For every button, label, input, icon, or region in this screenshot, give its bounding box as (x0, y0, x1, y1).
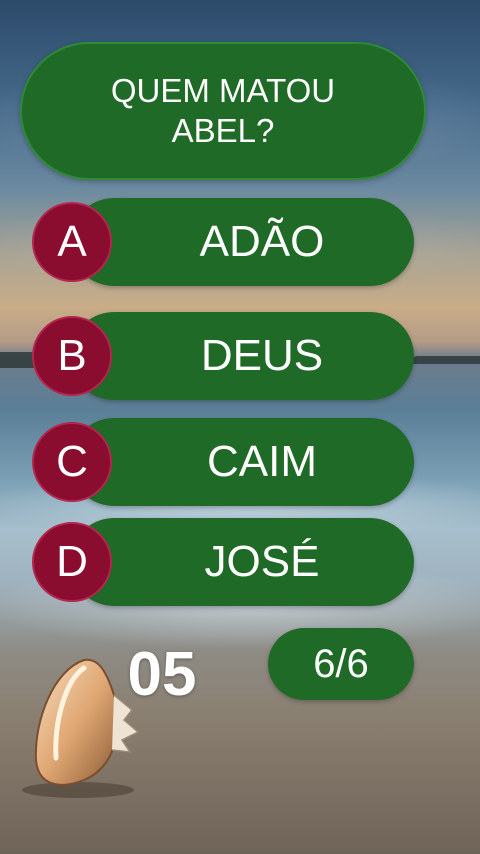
answer-label: JOSÉ (204, 537, 320, 586)
question-text-line1: QUEM MATOU (110, 72, 336, 109)
answer-option-a[interactable]: A ADÃO (30, 198, 414, 286)
answer-option-b[interactable]: B DEUS (30, 312, 414, 400)
question-text-line2: ABEL? (171, 112, 275, 149)
question-banner: QUEM MATOU ABEL? (20, 42, 426, 180)
answer-label: CAIM (207, 437, 317, 486)
horizon-rocks-right (410, 356, 480, 364)
question-progress-badge: 6/6 (268, 628, 414, 700)
answer-option-d[interactable]: D JOSÉ (30, 518, 414, 606)
answer-letter-badge: A (32, 202, 112, 282)
countdown-timer: 05 (127, 640, 197, 709)
answer-label: DEUS (200, 331, 324, 380)
answer-letter-badge: C (32, 422, 112, 502)
answer-letter-badge: B (32, 316, 112, 396)
answer-option-c[interactable]: C CAIM (30, 418, 414, 506)
answer-label: ADÃO (199, 217, 325, 266)
answer-letter-badge: D (32, 522, 112, 602)
